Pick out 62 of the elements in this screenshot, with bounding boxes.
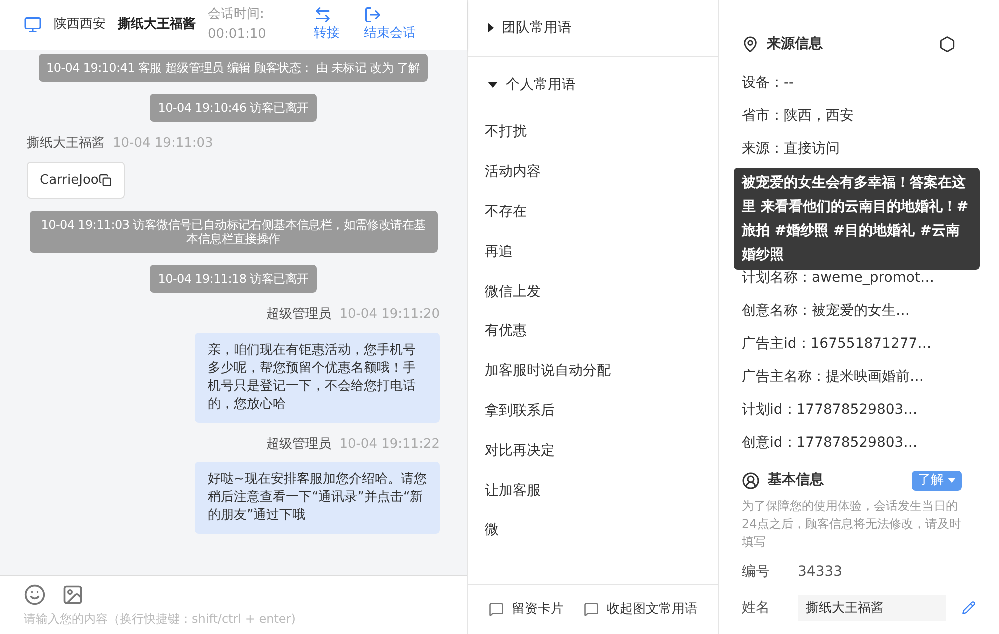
message-bubble: CarrieJoo	[27, 162, 125, 199]
phrase-item[interactable]: 微信上发	[468, 272, 718, 312]
message-time: 10-04 19:11:20	[340, 306, 440, 324]
header-action[interactable]: 结束会话	[364, 6, 416, 44]
source-field: 设备：--	[742, 67, 976, 100]
sender-name: 撕纸大王福酱	[27, 135, 105, 153]
source-field: 创意id：177878529803…	[742, 427, 976, 460]
source-field: 来源：直接访问	[742, 133, 976, 166]
section-title: 基本信息	[768, 471, 825, 490]
message-icon	[489, 602, 504, 617]
emoji-icon[interactable]	[24, 584, 46, 606]
tooltip: 被宠爱的女生会有多幸福！答案在这里 来看看他们的云南目的地婚礼！#旅拍 #婚纱照 #目的地婚礼 #云南婚纱照	[734, 168, 980, 270]
phrase-group-toggle[interactable]: 团队常用语	[468, 0, 592, 56]
source-field: 省市：陕西，西安	[742, 100, 976, 133]
phrase-item[interactable]: 对比再决定	[468, 431, 718, 472]
phrase-item[interactable]: 有优惠	[468, 312, 718, 352]
notice-text: 为了保障您的使用体验，会话发生当日的24点之后，顾客信息将无法修改，请及时填写	[742, 498, 962, 551]
source-field: 广告主名称：提米映画婚前…	[742, 361, 976, 394]
message-time: 10-04 19:11:03	[113, 135, 214, 153]
message-icon	[584, 602, 599, 617]
sender-name: 超级管理员	[266, 306, 332, 324]
phrase-item[interactable]: 再追	[468, 232, 718, 272]
field-value: 34333	[798, 562, 843, 582]
message-bubble: 好哒~现在安排客服加您介绍哈。请您稍后注意查看一下“通讯录”并点击“新的朋友”通过下哦	[195, 462, 440, 534]
copy-icon[interactable]	[98, 174, 112, 187]
section-title: 来源信息	[767, 35, 824, 54]
phrase-item[interactable]: 活动内容	[468, 152, 718, 193]
phrase-item[interactable]: 不存在	[468, 192, 718, 232]
message-time: 10-04 19:11:22	[340, 436, 440, 454]
message-input[interactable]: 请输入您的内容（换行快捷键：shift/ctrl + enter)	[24, 610, 443, 628]
field-label: 姓名	[742, 598, 771, 618]
source-field: 创意名称：被宠爱的女生…	[742, 295, 976, 328]
source-field: 计划id：177878529803…	[742, 394, 976, 427]
visitor-location: 陕西西安	[54, 16, 106, 34]
edit-icon[interactable]	[962, 601, 976, 615]
sender-name: 超级管理员	[266, 436, 332, 454]
user-icon	[742, 472, 760, 490]
phrase-item[interactable]: 微	[468, 510, 718, 551]
customer-name: 撕纸大王福酱	[118, 18, 196, 32]
transfer-icon	[314, 6, 332, 24]
phrase-item[interactable]: 拿到联系后	[468, 392, 718, 432]
phrase-item[interactable]: 加客服时说自动分配	[468, 352, 718, 392]
session-time: 00:01:10	[208, 26, 268, 44]
message-bubble: 亲，咱们现在有钜惠活动，您手机号多少呢，帮您预留个优惠名额哦！手机号只是登记一下，不会给您打电话的，您放心哈	[195, 332, 440, 422]
phrase-group-toggle[interactable]: 个人常用语	[468, 57, 596, 113]
system-notice: 10-04 19:10:41 客服 超级管理员 编辑 顾客状态： 由 未标记 改为 了解	[38, 54, 428, 82]
location-pin-icon	[742, 36, 759, 53]
source-field: 广告主id：167551871277…	[742, 328, 976, 361]
footer-button[interactable]: 留资卡片	[489, 600, 564, 620]
header-action[interactable]: 转接	[314, 6, 340, 44]
name-input[interactable]: 撕纸大王福酱	[798, 595, 946, 621]
system-notice: 10-04 19:10:46 访客已离开	[150, 94, 317, 122]
field-label: 编号	[742, 562, 771, 582]
monitor-icon	[24, 16, 42, 34]
phrase-item[interactable]: 不打扰	[468, 113, 718, 153]
exit-icon	[364, 6, 382, 24]
image-icon[interactable]	[62, 584, 84, 606]
system-notice: 10-04 19:11:03 访客微信号已自动标记右侧基本信息栏，如需修改请在基本信息栏直接操作	[30, 211, 438, 253]
session-label: 会话时间:	[208, 6, 266, 24]
system-notice: 10-04 19:11:18 访客已离开	[150, 265, 317, 293]
footer-button[interactable]: 收起图文常用语	[584, 600, 698, 620]
phrase-item[interactable]: 让加客服	[468, 471, 718, 511]
